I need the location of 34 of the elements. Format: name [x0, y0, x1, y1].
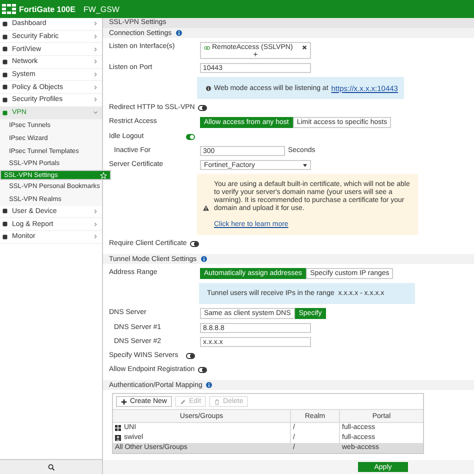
info-icon: [206, 382, 212, 388]
chevron-right-icon: [93, 97, 98, 102]
hostname: FW_GSW: [83, 4, 120, 14]
chevron-down-icon: [93, 110, 98, 116]
link-icon: [204, 46, 210, 50]
chevron-right-icon: [93, 59, 98, 64]
product-name: FortiGate 100E: [19, 4, 76, 14]
chevron-right-icon: [93, 46, 98, 52]
add-button[interactable]: +: [253, 51, 258, 58]
search-icon[interactable]: [48, 464, 54, 470]
caret-icon: [303, 164, 307, 166]
chevron-right-icon: [93, 222, 98, 227]
trash-icon: [214, 398, 220, 404]
close-icon[interactable]: [302, 45, 307, 50]
group-icon: [115, 425, 121, 431]
chevron-right-icon: [93, 72, 98, 78]
info-icon: [200, 256, 207, 262]
toggle-switch[interactable]: [186, 353, 195, 359]
plus-icon: [121, 398, 127, 404]
toggle-switch[interactable]: [190, 241, 199, 247]
chevron-right-icon: [93, 208, 98, 214]
warning-icon: [203, 204, 209, 210]
chevron-right-icon: [93, 234, 98, 240]
user-icon: [115, 435, 121, 441]
info-icon: [206, 86, 211, 90]
info-icon: [176, 30, 182, 36]
toggle-switch[interactable]: [186, 134, 195, 140]
toggle-switch[interactable]: [198, 105, 207, 111]
chevron-right-icon: [93, 84, 98, 90]
pencil-icon: [180, 398, 186, 404]
chevron-right-icon: [93, 21, 98, 26]
chevron-right-icon: [93, 34, 98, 40]
toggle-switch[interactable]: [198, 367, 207, 373]
logo-icon: [2, 4, 16, 14]
